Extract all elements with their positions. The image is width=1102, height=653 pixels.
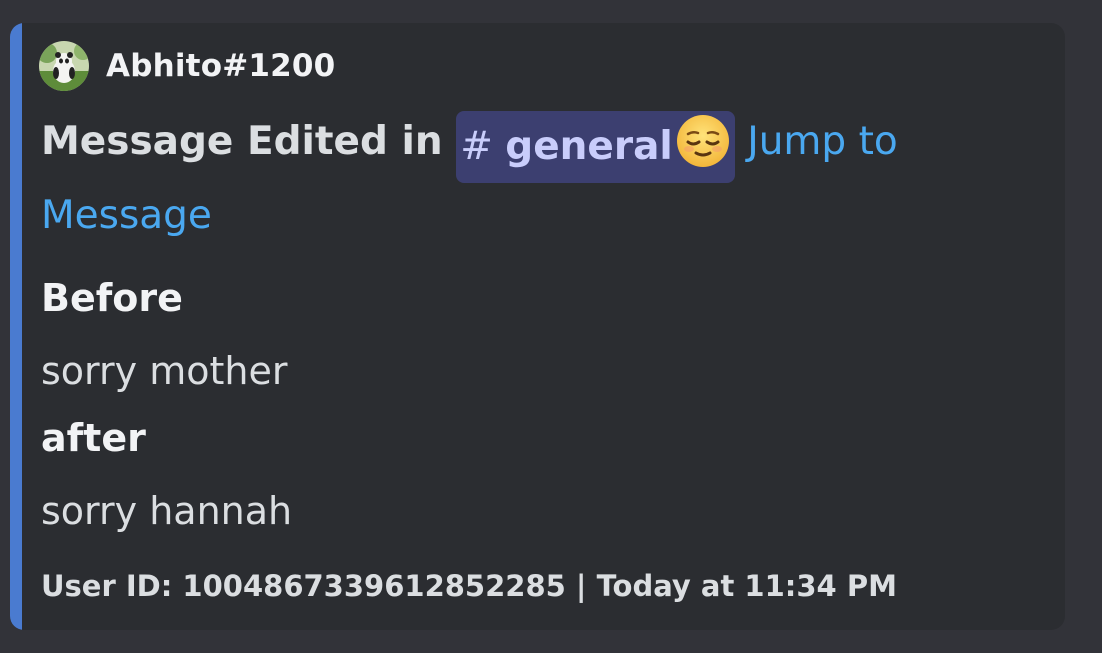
field-after-name: after [41,416,146,460]
title-prefix: Message Edited in [41,119,457,164]
author-name[interactable]: Abhito#1200 [106,48,335,84]
embed-author: Abhito#1200 [39,40,335,92]
embed-card: Abhito#1200 Message Edited in # general [10,23,1065,630]
embed-title: Message Edited in # general Jump to Mess… [41,109,921,248]
embed-footer: User ID: 1004867339612852285 | Today at … [41,569,897,603]
channel-mention[interactable]: # general [456,111,735,183]
channel-name: general [505,124,673,169]
panda-avatar-icon[interactable] [39,41,89,91]
relieved-face-emoji-icon [675,113,731,169]
hash-icon: # [460,124,493,169]
field-before-name: Before [41,276,183,320]
embed-color-bar [10,23,22,630]
field-after-value: sorry hannah [41,489,293,533]
field-before-value: sorry mother [41,349,288,393]
